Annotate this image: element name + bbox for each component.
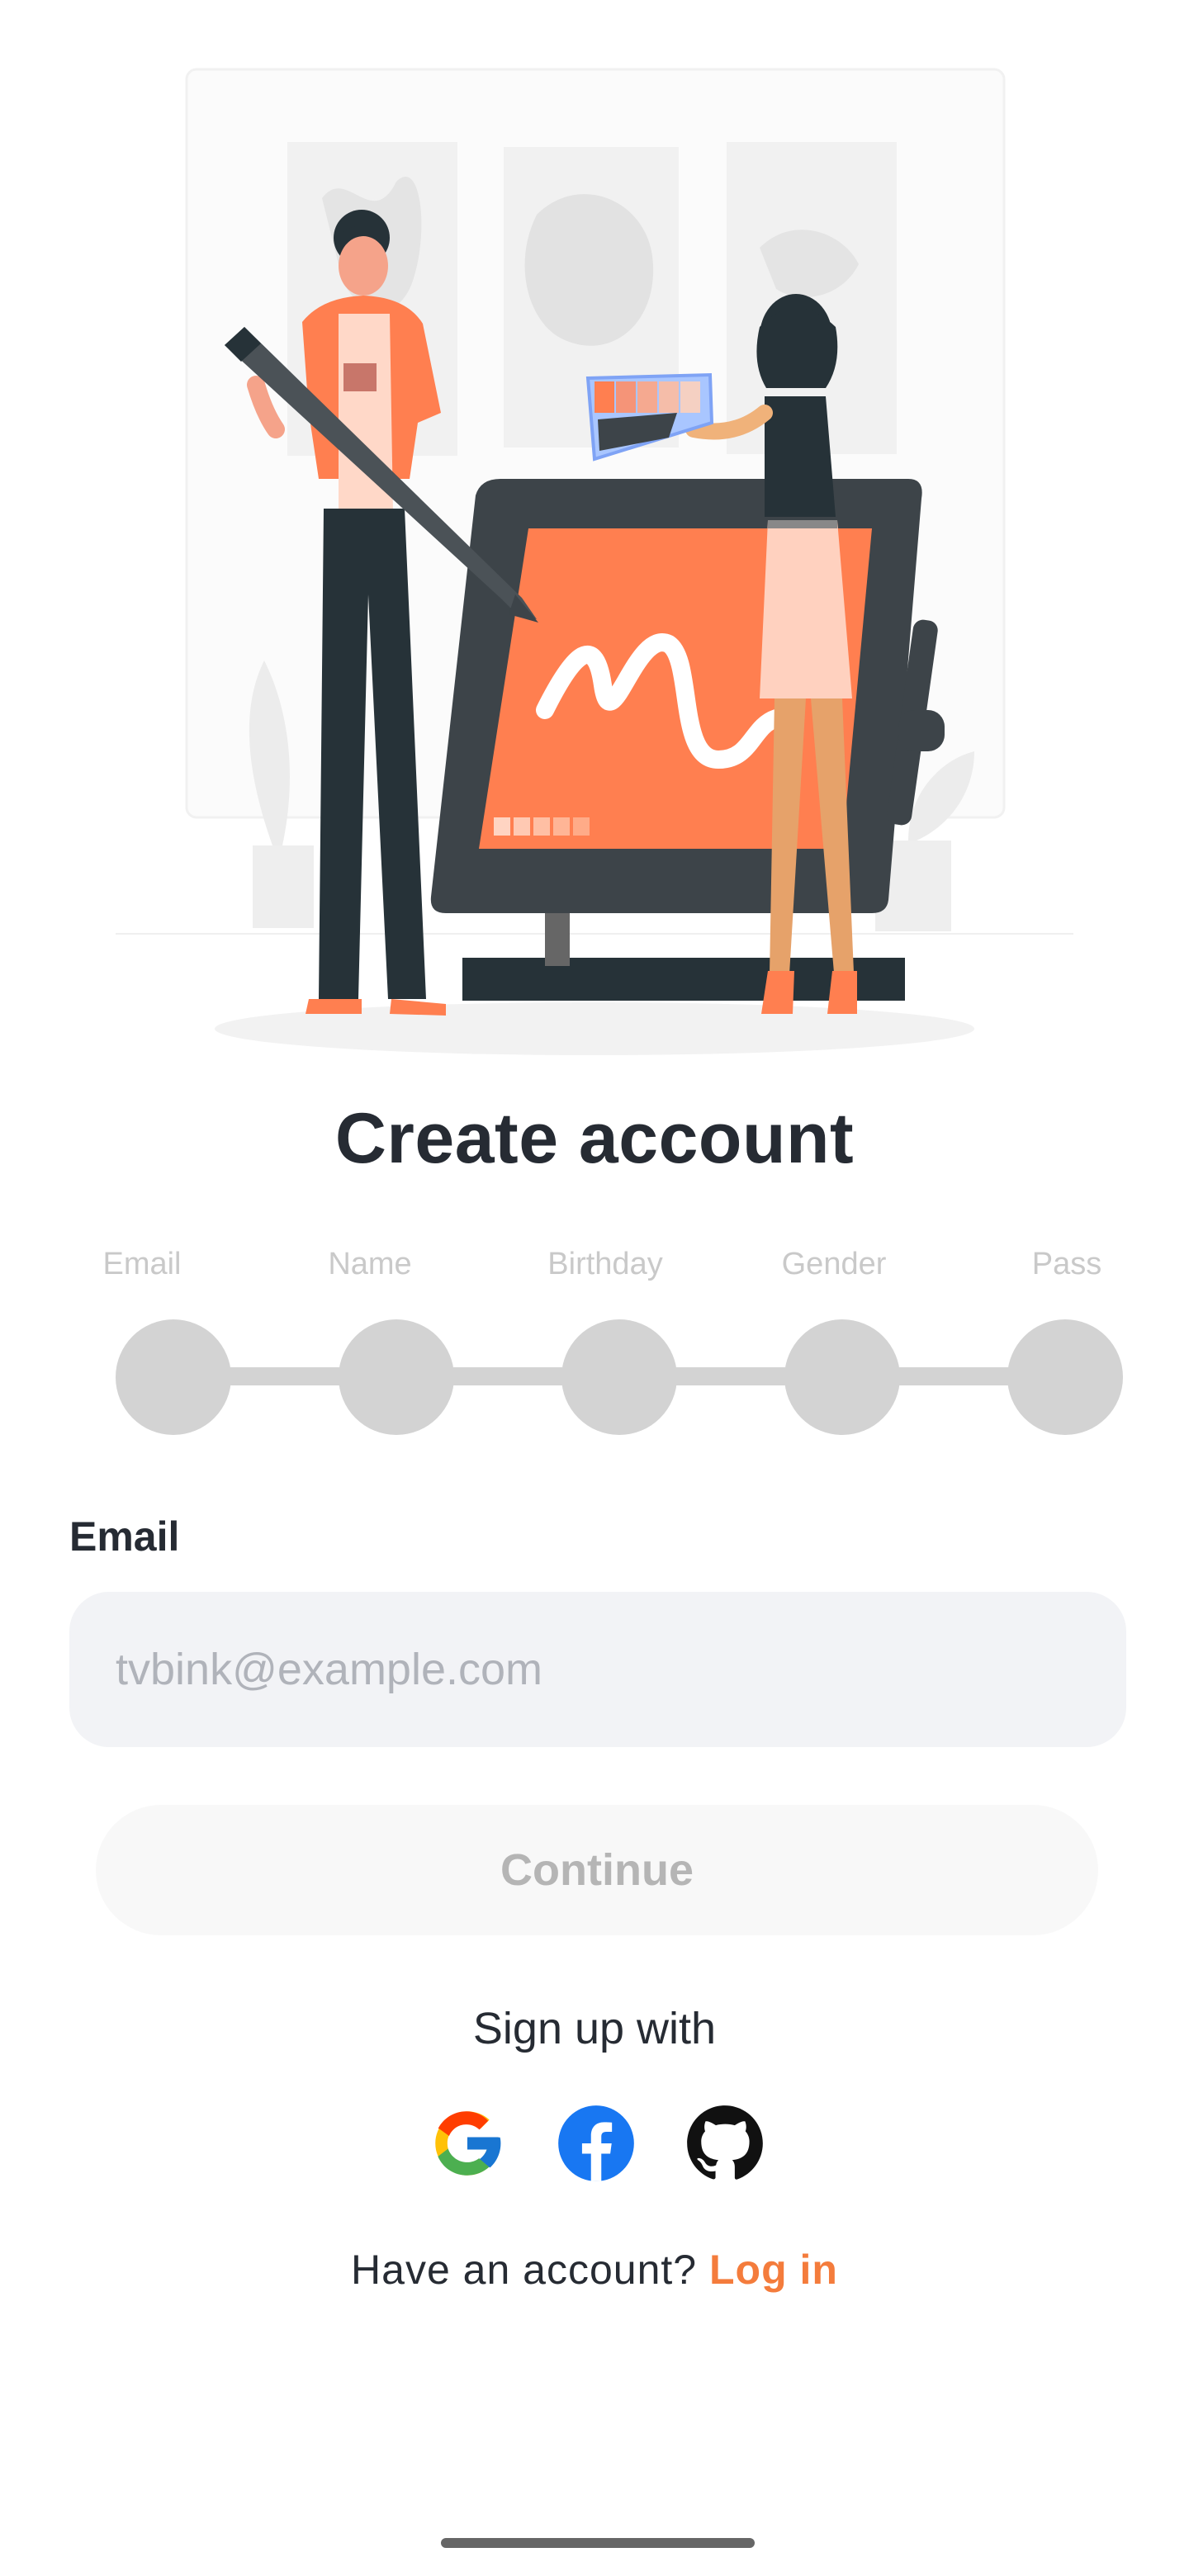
- github-signup-button[interactable]: [684, 2102, 766, 2185]
- hero-illustration: [99, 50, 1090, 1065]
- step-dot-gender: [784, 1319, 900, 1435]
- email-input[interactable]: [69, 1592, 1126, 1747]
- google-icon: [435, 2111, 501, 2176]
- progress-stepper: Email Name Birthday Gender Pass: [0, 1247, 1189, 1445]
- social-buttons: [0, 2102, 1189, 2185]
- step-label-birthday: Birthday: [547, 1247, 663, 1281]
- step-dot-email: [116, 1319, 231, 1435]
- facebook-icon: [558, 2105, 634, 2181]
- step-dot-birthday: [561, 1319, 677, 1435]
- continue-button[interactable]: Continue: [96, 1805, 1098, 1935]
- login-prompt-text: Have an account?: [351, 2247, 709, 2293]
- step-dot-name: [339, 1319, 454, 1435]
- login-link[interactable]: Log in: [709, 2247, 838, 2293]
- email-label: Email: [69, 1513, 180, 1560]
- home-indicator: [441, 2538, 755, 2548]
- step-label-gender: Gender: [781, 1247, 887, 1281]
- page-title: Create account: [334, 1099, 855, 1178]
- github-icon: [687, 2105, 763, 2180]
- step-dot-pass: [1007, 1319, 1123, 1435]
- step-label-name: Name: [328, 1247, 412, 1281]
- step-label-pass: Pass: [1031, 1247, 1102, 1281]
- login-prompt: Have an account? Log in: [0, 2246, 1189, 2294]
- signup-with-heading: Sign up with: [472, 2004, 717, 2053]
- google-signup-button[interactable]: [426, 2102, 509, 2185]
- facebook-signup-button[interactable]: [555, 2102, 637, 2185]
- step-label-email: Email: [102, 1247, 182, 1281]
